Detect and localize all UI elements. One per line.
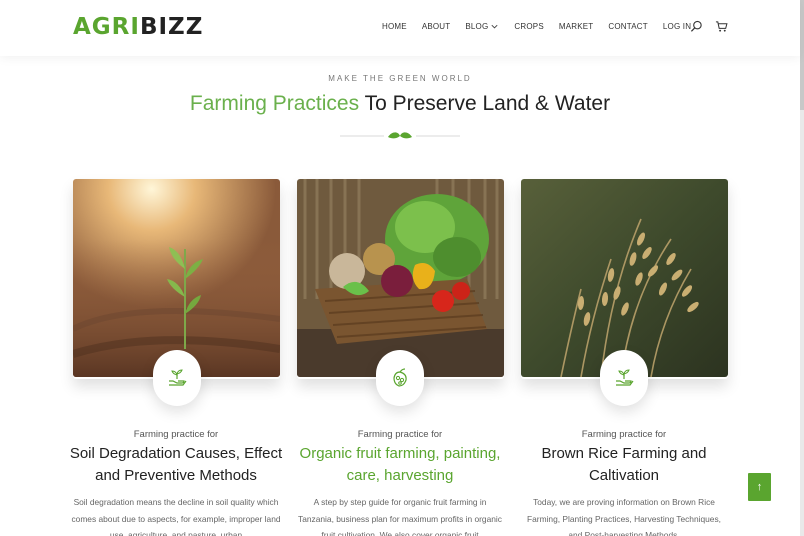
- card-organic-fruit[interactable]: [297, 179, 504, 379]
- back-to-top-button[interactable]: ↑: [748, 473, 771, 501]
- card-3-excerpt: Today, we are proving information on Bro…: [527, 497, 721, 536]
- nav-login[interactable]: LOG IN: [663, 22, 691, 31]
- nav-crops[interactable]: CROPS: [514, 22, 543, 31]
- plant-in-hand-icon: [616, 369, 634, 386]
- card-image-rice-plants: [521, 179, 728, 377]
- nav-blog-label: BLOG: [465, 22, 489, 31]
- section-title: Farming Practices To Preserve Land & Wat…: [0, 90, 800, 118]
- card-2-icon-badge: [376, 350, 424, 406]
- card-1-excerpt: Soil degradation means the decline in so…: [71, 497, 281, 536]
- card-2-kicker: Farming practice for: [357, 429, 443, 440]
- card-3-title[interactable]: Brown Rice Farming and Caltivation: [509, 443, 739, 487]
- leaf-divider: [340, 132, 460, 139]
- section-title-rest: To Preserve Land & Water: [359, 92, 611, 115]
- card-1-icon-badge: [153, 350, 201, 406]
- card-3-icon-badge: [600, 350, 648, 406]
- logo[interactable]: AGRIBIZZ: [73, 14, 203, 40]
- page-scrollbar[interactable]: [800, 0, 804, 536]
- card-3-kicker: Farming practice for: [581, 429, 667, 440]
- plant-in-hand-icon: [169, 369, 187, 386]
- nav-blog[interactable]: BLOG: [465, 22, 499, 31]
- section-title-highlight: Farming Practices: [189, 92, 360, 115]
- card-1-title[interactable]: Soil Degradation Causes, Effect and Prev…: [61, 443, 291, 487]
- chevron-down-icon: [491, 24, 498, 29]
- card-brown-rice[interactable]: [521, 179, 728, 379]
- card-2-title[interactable]: Organic fruit farming, painting, care, h…: [285, 443, 515, 487]
- logo-part-agri: AGRI: [73, 14, 140, 40]
- card-1-kicker: Farming practice for: [133, 429, 219, 440]
- card-image-vegetable-basket: [297, 179, 504, 377]
- card-image-seedling: [73, 179, 280, 377]
- cart-icon[interactable]: [715, 20, 728, 33]
- nav-contact[interactable]: CONTACT: [608, 22, 647, 31]
- fruit-icon: [393, 368, 407, 387]
- card-soil-degradation[interactable]: [73, 179, 280, 379]
- search-icon[interactable]: [690, 20, 703, 33]
- logo-part-bizz: BIZZ: [139, 14, 204, 40]
- site-header: AGRIBIZZ HOME ABOUT BLOG CROPS MARKET CO…: [0, 0, 800, 56]
- main-nav: HOME ABOUT BLOG CROPS MARKET CONTACT LOG…: [382, 22, 706, 31]
- scrollbar-thumb[interactable]: [800, 0, 804, 110]
- card-2-excerpt: A step by step guide for organic fruit f…: [298, 497, 502, 536]
- nav-market[interactable]: MARKET: [559, 22, 594, 31]
- section-kicker: MAKE THE GREEN WORLD: [328, 74, 472, 83]
- nav-home[interactable]: HOME: [382, 22, 407, 31]
- nav-about[interactable]: ABOUT: [422, 22, 451, 31]
